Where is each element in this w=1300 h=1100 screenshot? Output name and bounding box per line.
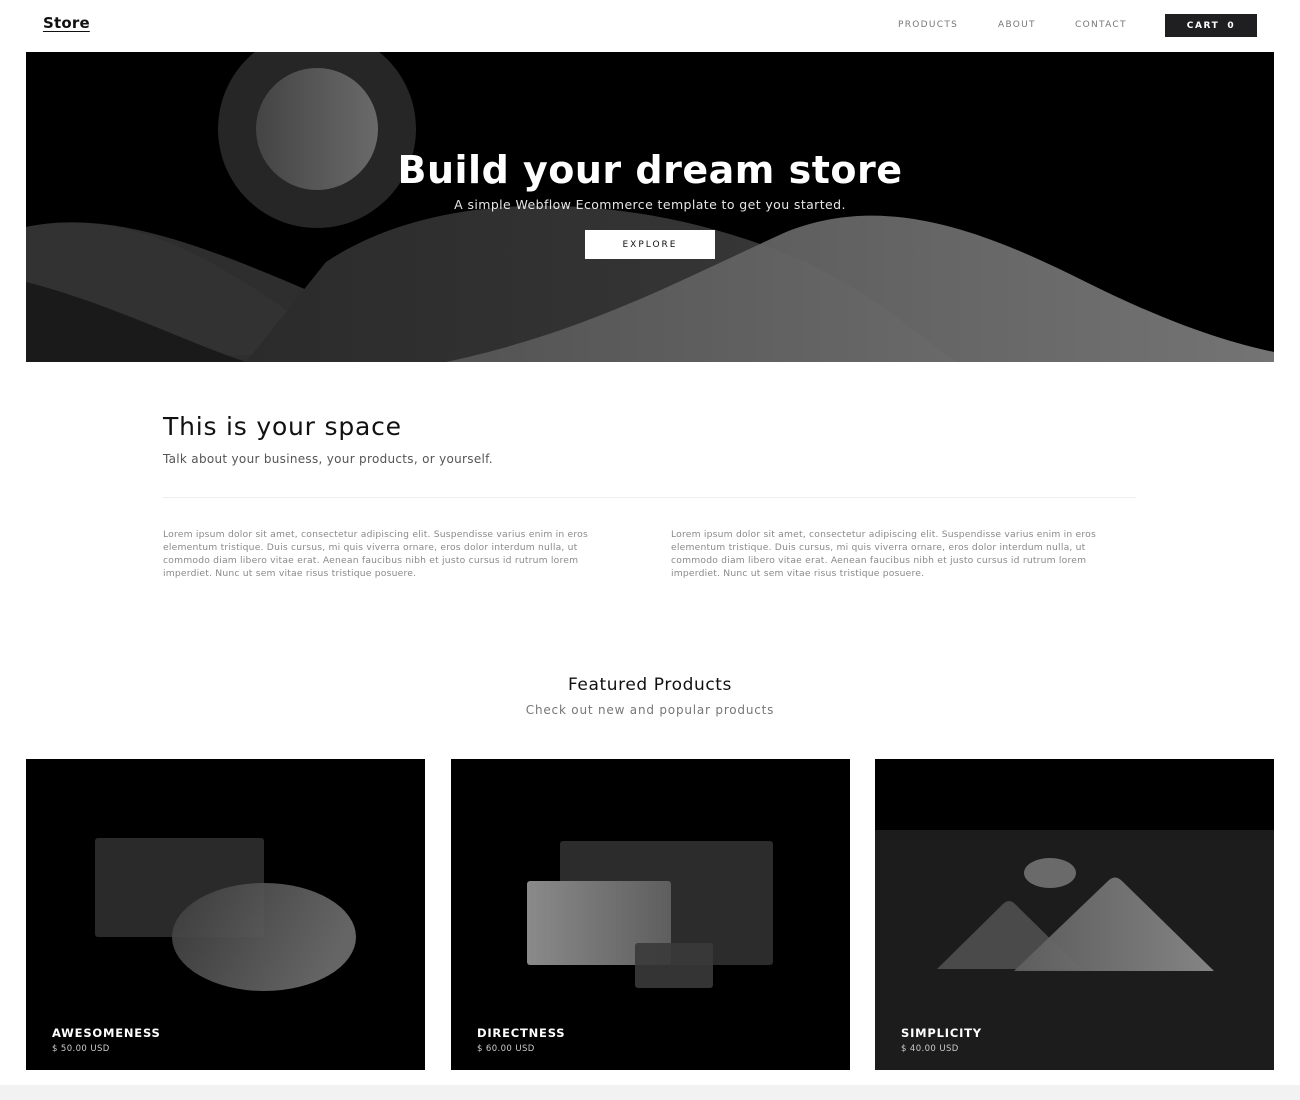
nav-link-contact[interactable]: CONTACT [1075,20,1127,30]
nav-links: PRODUCTS ABOUT CONTACT [0,20,1300,34]
about-subtitle: Talk about your business, your products,… [163,452,493,466]
product-card-simplicity[interactable]: SIMPLICITY $ 40.00 USD [875,759,1274,1070]
product-image-shapes-rectangles [527,841,773,988]
product-name: SIMPLICITY [901,1026,982,1040]
product-price: $ 60.00 USD [477,1044,535,1054]
hero-title: Build your dream store [397,148,903,192]
cart-count: 0 [1227,20,1236,31]
about-paragraph-left: Lorem ipsum dolor sit amet, consectetur … [163,529,588,579]
featured-subtitle: Check out new and popular products [525,703,775,717]
hero-subtitle: A simple Webflow Ecommerce template to g… [454,197,846,212]
product-image-mountains-icon [875,830,1274,1070]
nav-link-products[interactable]: PRODUCTS [898,20,958,30]
featured-title: Featured Products [567,675,733,695]
product-price: $ 40.00 USD [901,1044,959,1054]
about-title: This is your space [163,412,402,441]
section-divider [163,497,1136,498]
nav-link-about[interactable]: ABOUT [998,20,1036,30]
product-card-directness[interactable]: DIRECTNESS $ 60.00 USD [451,759,850,1070]
footer-strip [0,1085,1300,1100]
cart-label: CART [1186,20,1220,31]
product-price: $ 50.00 USD [52,1044,110,1054]
cart-button[interactable]: CART 0 [1165,14,1257,37]
hero-banner: Build your dream store A simple Webflow … [26,52,1274,362]
about-paragraph-right: Lorem ipsum dolor sit amet, consectetur … [671,529,1096,579]
product-name: AWESOMENESS [52,1026,161,1040]
product-name: DIRECTNESS [477,1026,566,1040]
top-nav: Store PRODUCTS ABOUT CONTACT CART 0 [0,0,1300,52]
product-image-shapes-square-circle [95,838,356,991]
product-card-awesomeness[interactable]: AWESOMENESS $ 50.00 USD [26,759,425,1070]
explore-button[interactable]: EXPLORE [585,230,715,259]
